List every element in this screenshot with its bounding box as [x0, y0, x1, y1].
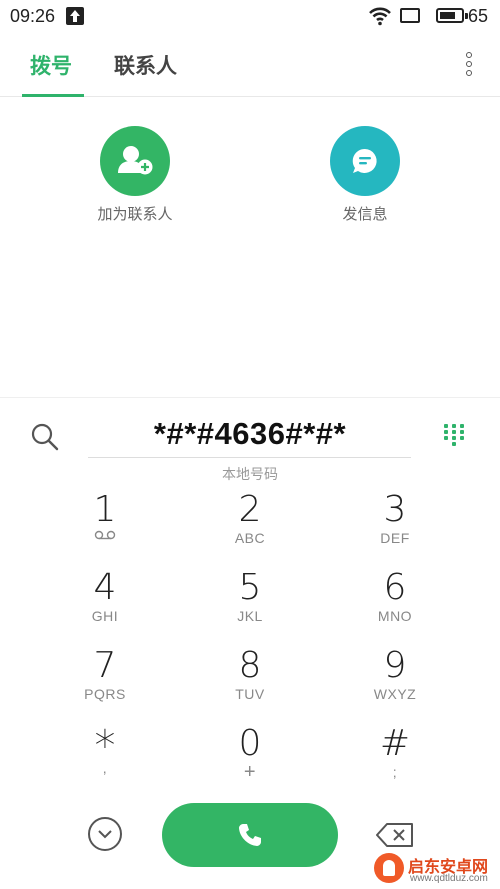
add-contact-label: 加为联系人	[97, 205, 173, 223]
key-8[interactable]: 8 TUV	[190, 646, 310, 716]
keypad-toggle-icon[interactable]	[444, 424, 468, 448]
number-location-hint: 本地号码	[222, 467, 278, 483]
key-letters: JKL	[237, 608, 263, 624]
status-time: 09:26	[10, 6, 56, 26]
more-options-icon[interactable]	[462, 52, 476, 80]
screen-cast-icon	[400, 8, 420, 23]
watermark: 启东安卓网 www.qdtlduz.com	[372, 851, 500, 889]
key-letters: +	[243, 761, 257, 783]
send-message-button[interactable]: 发信息	[295, 126, 435, 224]
tab-dial[interactable]: 拨号	[30, 50, 72, 80]
add-contact-icon	[100, 126, 170, 196]
watermark-url: www.qdtlduz.com	[410, 873, 488, 884]
battery-icon	[436, 8, 468, 23]
key-letters: TUV	[235, 686, 265, 702]
key-digit: 5	[238, 567, 262, 608]
key-2[interactable]: 2 ABC	[190, 490, 310, 560]
battery-level: 65	[468, 6, 489, 26]
key-0[interactable]: 0 +	[190, 724, 310, 794]
collapse-keypad-button[interactable]	[88, 817, 122, 851]
active-tab-indicator	[22, 94, 84, 97]
wifi-icon	[369, 7, 391, 26]
voicemail-icon	[94, 530, 116, 540]
chevron-down-icon	[98, 830, 112, 839]
upload-notification-icon	[66, 7, 84, 25]
key-letters: ;	[392, 764, 398, 780]
key-digit: 2	[238, 489, 262, 530]
search-icon[interactable]	[30, 422, 60, 452]
dial-panel: *#*#4636#*#* 本地号码 1 2 ABC 3 DEF 4 GHI 5 …	[0, 397, 500, 889]
status-bar: 09:26 65	[0, 0, 500, 34]
key-letters: PQRS	[84, 686, 126, 702]
key-1[interactable]: 1	[45, 490, 165, 560]
key-digit: 0	[238, 723, 262, 764]
key-9[interactable]: 9 WXYZ	[335, 646, 455, 716]
add-contact-button[interactable]: 加为联系人	[65, 126, 205, 224]
key-star[interactable]: * ,	[45, 724, 165, 794]
phone-icon	[239, 824, 261, 846]
key-letters: DEF	[380, 530, 410, 546]
key-digit: #	[379, 723, 411, 764]
key-4[interactable]: 4 GHI	[45, 568, 165, 638]
key-digit: 6	[383, 567, 407, 608]
key-digit: 3	[383, 489, 407, 530]
key-letters: ,	[102, 760, 108, 776]
number-divider	[88, 457, 411, 458]
tab-bar: 拨号 联系人	[0, 34, 500, 97]
key-letters: GHI	[91, 608, 119, 624]
key-letters: ABC	[234, 530, 266, 546]
message-icon	[330, 126, 400, 196]
key-hash[interactable]: # ;	[335, 724, 455, 794]
call-button[interactable]	[162, 803, 338, 867]
key-6[interactable]: 6 MNO	[335, 568, 455, 638]
key-5[interactable]: 5 JKL	[190, 568, 310, 638]
key-digit: 7	[93, 645, 117, 686]
key-digit: 8	[238, 645, 262, 686]
key-letters: MNO	[377, 608, 413, 624]
dialed-number[interactable]: *#*#4636#*#*	[90, 416, 410, 452]
key-7[interactable]: 7 PQRS	[45, 646, 165, 716]
key-letters: WXYZ	[373, 686, 417, 702]
backspace-icon[interactable]	[375, 822, 415, 848]
key-digit: 9	[383, 645, 407, 686]
watermark-logo-icon	[374, 853, 404, 883]
send-message-label: 发信息	[342, 205, 388, 223]
key-3[interactable]: 3 DEF	[335, 490, 455, 560]
key-digit: 4	[93, 567, 117, 608]
tab-contacts[interactable]: 联系人	[114, 50, 177, 80]
key-digit: 1	[93, 489, 117, 530]
